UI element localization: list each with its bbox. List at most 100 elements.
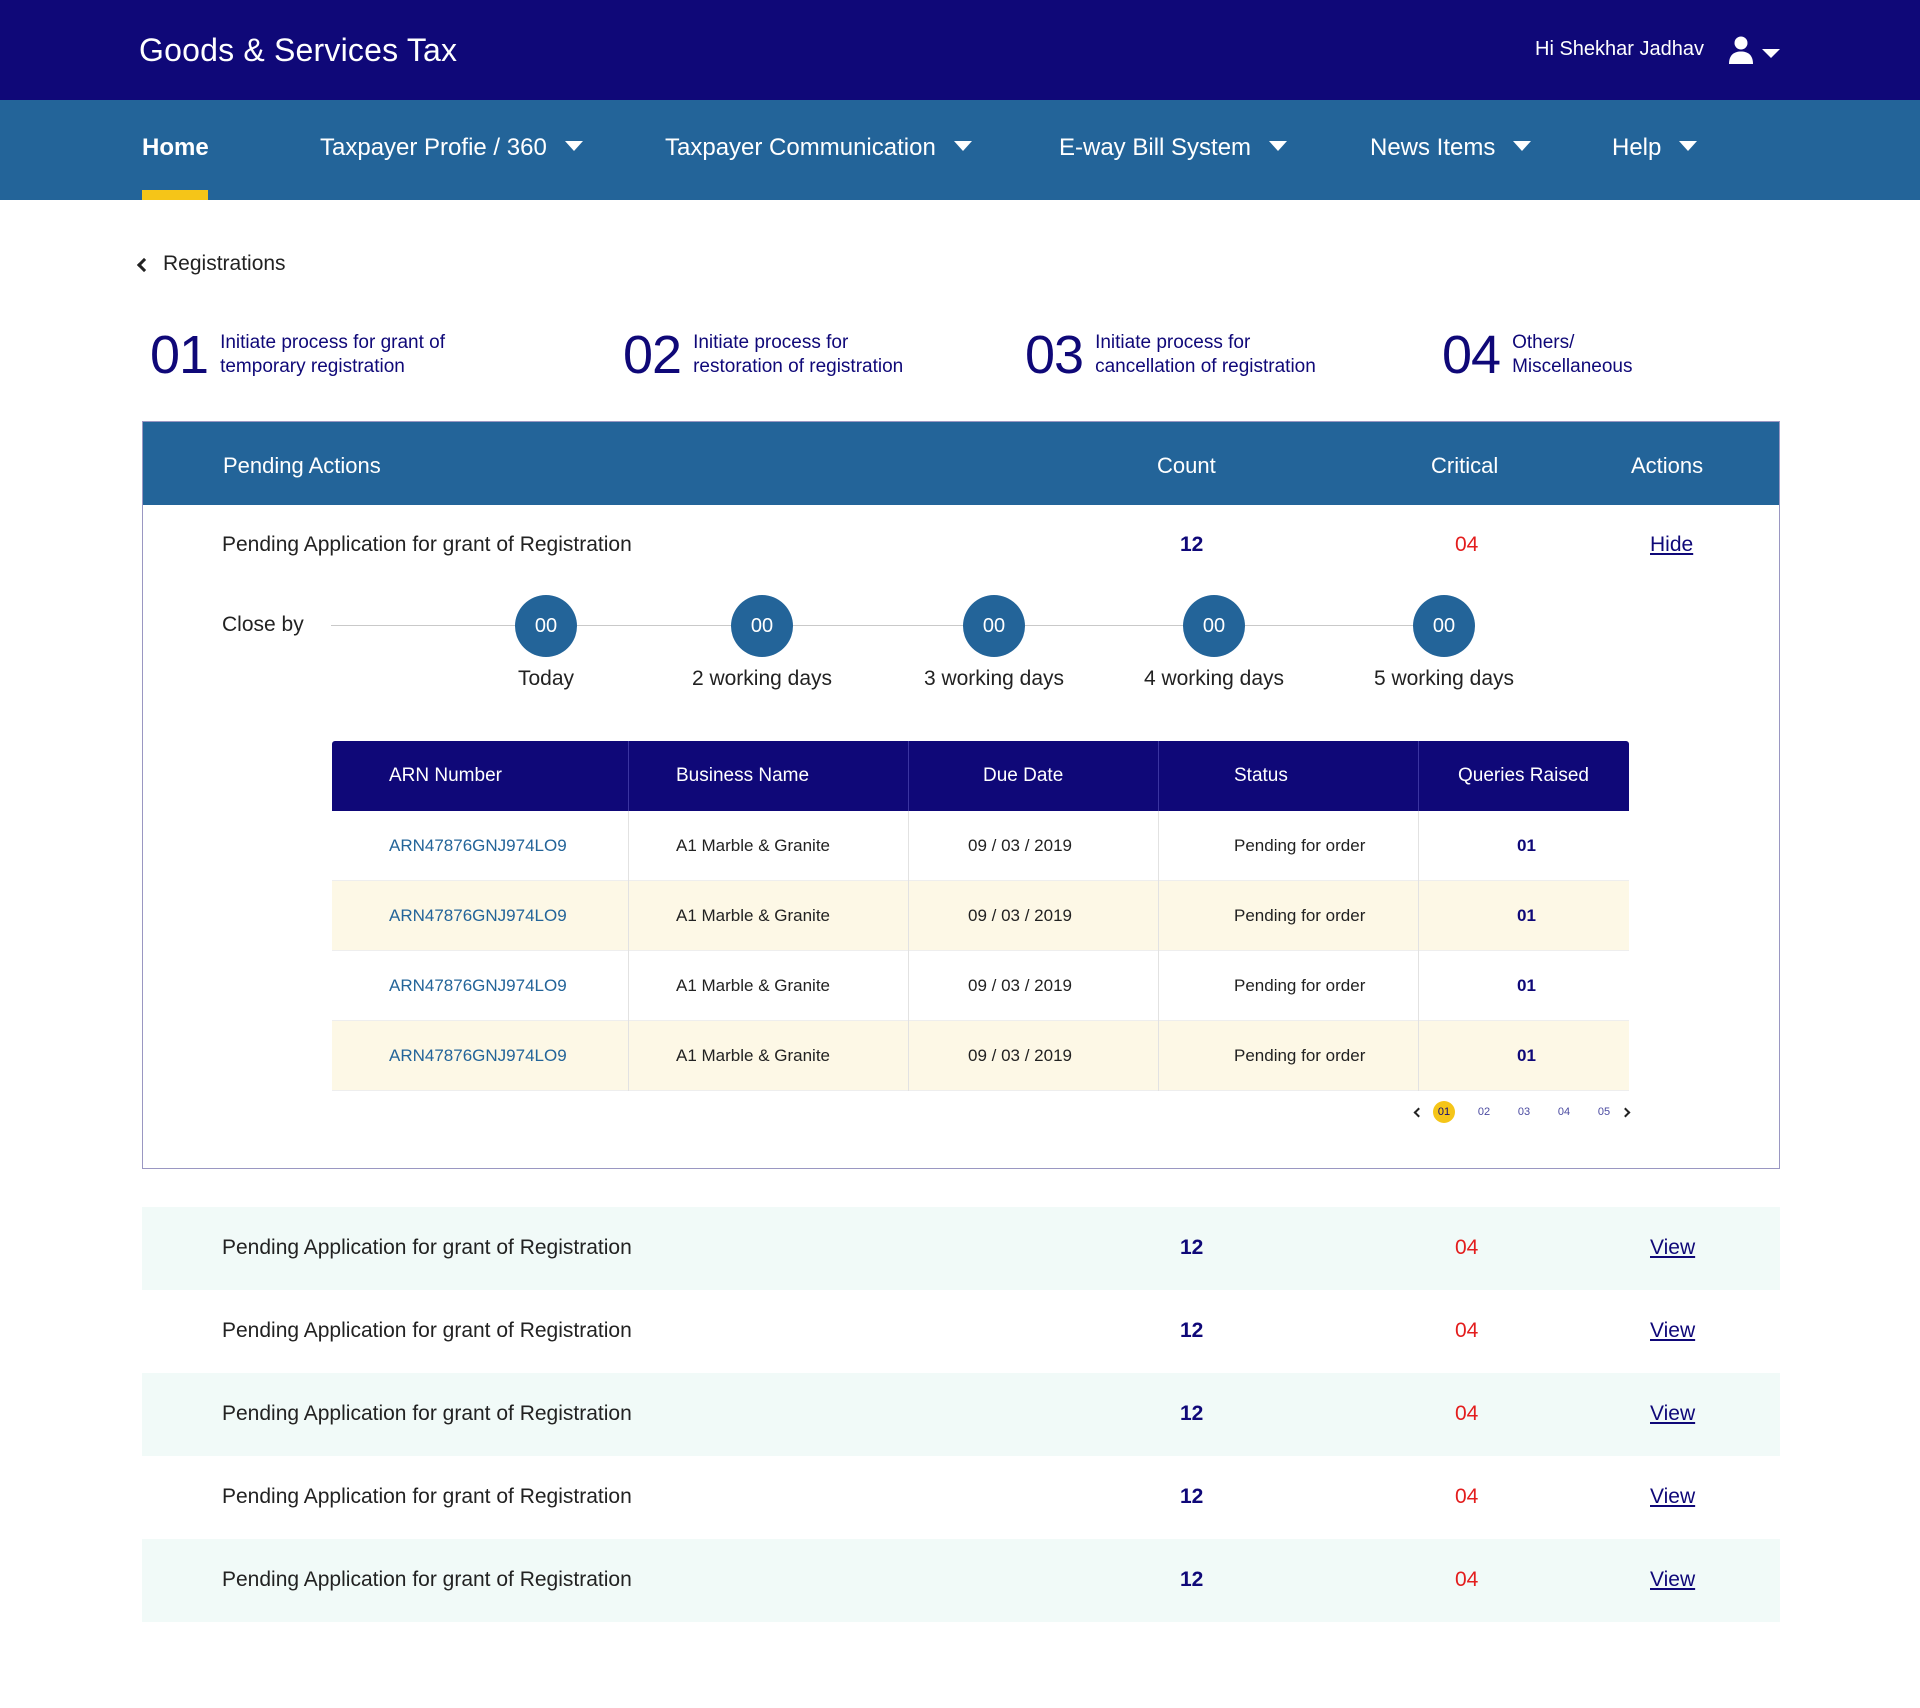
view-link[interactable]: View	[1650, 1319, 1695, 1343]
chevron-down-icon[interactable]	[1762, 49, 1780, 58]
quick-action-2[interactable]: 02 Initiate process for restoration of r…	[623, 320, 903, 390]
breadcrumb-label: Registrations	[163, 252, 286, 275]
business-name: A1 Marble & Granite	[676, 1046, 831, 1065]
view-link[interactable]: View	[1650, 1236, 1695, 1260]
close-by-bubble[interactable]: 00	[963, 595, 1025, 657]
close-by-label-5-days: 5 working days	[1373, 667, 1515, 690]
column-header-critical: Critical	[1431, 453, 1499, 478]
chevron-down-icon	[953, 141, 972, 151]
due-date: 09 / 03 / 2019	[968, 836, 1072, 855]
active-nav-indicator	[142, 190, 208, 200]
nav-item-home[interactable]: Home	[142, 100, 209, 200]
quick-action-text: Initiate process for cancellation of reg…	[1095, 331, 1316, 379]
close-by-bubble[interactable]: 00	[1413, 595, 1475, 657]
table-row[interactable]: ARN47876GNJ974LO9 A1 Marble & Granite 09…	[332, 951, 1629, 1021]
column-divider	[1418, 741, 1419, 811]
pending-row-label: Pending Application for grant of Registr…	[222, 1402, 632, 1425]
view-link[interactable]: View	[1650, 1402, 1695, 1426]
nav-item-label: E-way Bill System	[1059, 134, 1252, 161]
view-link[interactable]: View	[1650, 1568, 1695, 1592]
queries-raised: 01	[1517, 1046, 1536, 1065]
column-divider	[1418, 811, 1419, 1091]
quick-action-text: Others/ Miscellaneous	[1512, 331, 1632, 379]
arn-number[interactable]: ARN47876GNJ974LO9	[389, 1021, 567, 1091]
table-header: ARN Number Business Name Due Date Status…	[332, 741, 1629, 811]
pending-row-label: Pending Application for grant of Registr…	[222, 1319, 632, 1342]
user-icon[interactable]	[1728, 36, 1754, 64]
close-by-bubble[interactable]: 00	[515, 595, 577, 657]
quick-action-line: cancellation of registration	[1095, 356, 1316, 377]
column-header-count: Count	[1157, 453, 1216, 478]
quick-action-line: Others/	[1512, 332, 1575, 353]
quick-action-number: 01	[150, 325, 209, 385]
page-button[interactable]: 04	[1553, 1101, 1575, 1123]
quick-action-line: Initiate process for grant of	[220, 332, 446, 353]
pending-row: Pending Application for grant of Registr…	[142, 1456, 1780, 1539]
chevron-down-icon	[564, 141, 583, 151]
nav-item-taxpayer-communication[interactable]: Taxpayer Communication	[665, 100, 972, 200]
nav-item-label: Home	[142, 134, 209, 161]
nav-item-label: Help	[1612, 134, 1662, 161]
hide-link[interactable]: Hide	[1650, 533, 1693, 557]
column-header-arn: ARN Number	[389, 765, 502, 786]
pending-row: Pending Application for grant of Registr…	[142, 1539, 1780, 1622]
arn-number[interactable]: ARN47876GNJ974LO9	[389, 881, 567, 951]
close-by-bubble[interactable]: 00	[1183, 595, 1245, 657]
table-row[interactable]: ARN47876GNJ974LO9 A1 Marble & Granite 09…	[332, 1021, 1629, 1091]
pending-count: 12	[1180, 1319, 1204, 1342]
queries-raised: 01	[1517, 836, 1536, 855]
breadcrumb[interactable]: Registrations	[136, 252, 286, 276]
nav-item-label: Taxpayer Communication	[665, 134, 936, 161]
critical-count: 04	[1455, 1402, 1479, 1425]
nav-item-eway-bill[interactable]: E-way Bill System	[1059, 100, 1288, 200]
arn-number[interactable]: ARN47876GNJ974LO9	[389, 951, 567, 1021]
quick-action-line: Initiate process for	[1095, 332, 1251, 353]
column-divider	[628, 811, 629, 1091]
chevron-down-icon	[1513, 141, 1532, 151]
table-row[interactable]: ARN47876GNJ974LO9 A1 Marble & Granite 09…	[332, 811, 1629, 881]
page-button[interactable]: 03	[1513, 1101, 1535, 1123]
user-greeting: Hi Shekhar Jadhav	[1535, 38, 1704, 60]
business-name: A1 Marble & Granite	[676, 976, 831, 995]
pending-count: 12	[1180, 1402, 1204, 1425]
queries-raised: 01	[1517, 976, 1536, 995]
arn-number[interactable]: ARN47876GNJ974LO9	[389, 811, 567, 881]
pending-row: Pending Application for grant of Registr…	[142, 1290, 1780, 1373]
pending-count: 12	[1180, 1485, 1204, 1508]
nav-item-help[interactable]: Help	[1612, 100, 1698, 200]
quick-action-3[interactable]: 03 Initiate process for cancellation of …	[1025, 320, 1316, 390]
column-header-actions: Actions	[1631, 453, 1704, 478]
page-button[interactable]: 05	[1593, 1101, 1615, 1123]
column-header-due-date: Due Date	[983, 765, 1064, 786]
column-header-queries: Queries Raised	[1458, 765, 1589, 786]
close-by-bubble[interactable]: 00	[731, 595, 793, 657]
nav-item-news[interactable]: News Items	[1370, 100, 1532, 200]
column-divider	[908, 811, 909, 1091]
chevron-left-icon	[136, 257, 152, 272]
column-divider	[908, 741, 909, 811]
nav-item-taxpayer-profile[interactable]: Taxpayer Profie / 360	[320, 100, 583, 200]
pending-count: 12	[1180, 533, 1204, 556]
column-header-pending-actions: Pending Actions	[223, 453, 381, 478]
quick-action-4[interactable]: 04 Others/ Miscellaneous	[1442, 320, 1632, 390]
quick-action-line: Initiate process for	[693, 332, 849, 353]
column-header-status: Status	[1234, 765, 1288, 786]
table-row[interactable]: ARN47876GNJ974LO9 A1 Marble & Granite 09…	[332, 881, 1629, 951]
pending-row-label: Pending Application for grant of Registr…	[222, 1485, 632, 1508]
view-link[interactable]: View	[1650, 1485, 1695, 1509]
pending-count: 12	[1180, 1568, 1204, 1591]
chevron-down-icon	[1679, 141, 1698, 151]
page-button[interactable]: 01	[1433, 1101, 1455, 1123]
due-date: 09 / 03 / 2019	[968, 1046, 1072, 1065]
quick-action-line: Miscellaneous	[1512, 356, 1633, 377]
close-by-label-4-days: 4 working days	[1143, 667, 1285, 690]
status: Pending for order	[1234, 1046, 1366, 1065]
quick-action-1[interactable]: 01 Initiate process for grant of tempora…	[150, 320, 445, 390]
quick-action-line: restoration of registration	[693, 356, 904, 377]
quick-action-line: temporary registration	[220, 356, 405, 377]
column-divider	[628, 741, 629, 811]
quick-action-text: Initiate process for grant of temporary …	[220, 331, 445, 379]
page-button[interactable]: 02	[1473, 1101, 1495, 1123]
business-name: A1 Marble & Granite	[676, 836, 831, 855]
business-name: A1 Marble & Granite	[676, 906, 831, 925]
